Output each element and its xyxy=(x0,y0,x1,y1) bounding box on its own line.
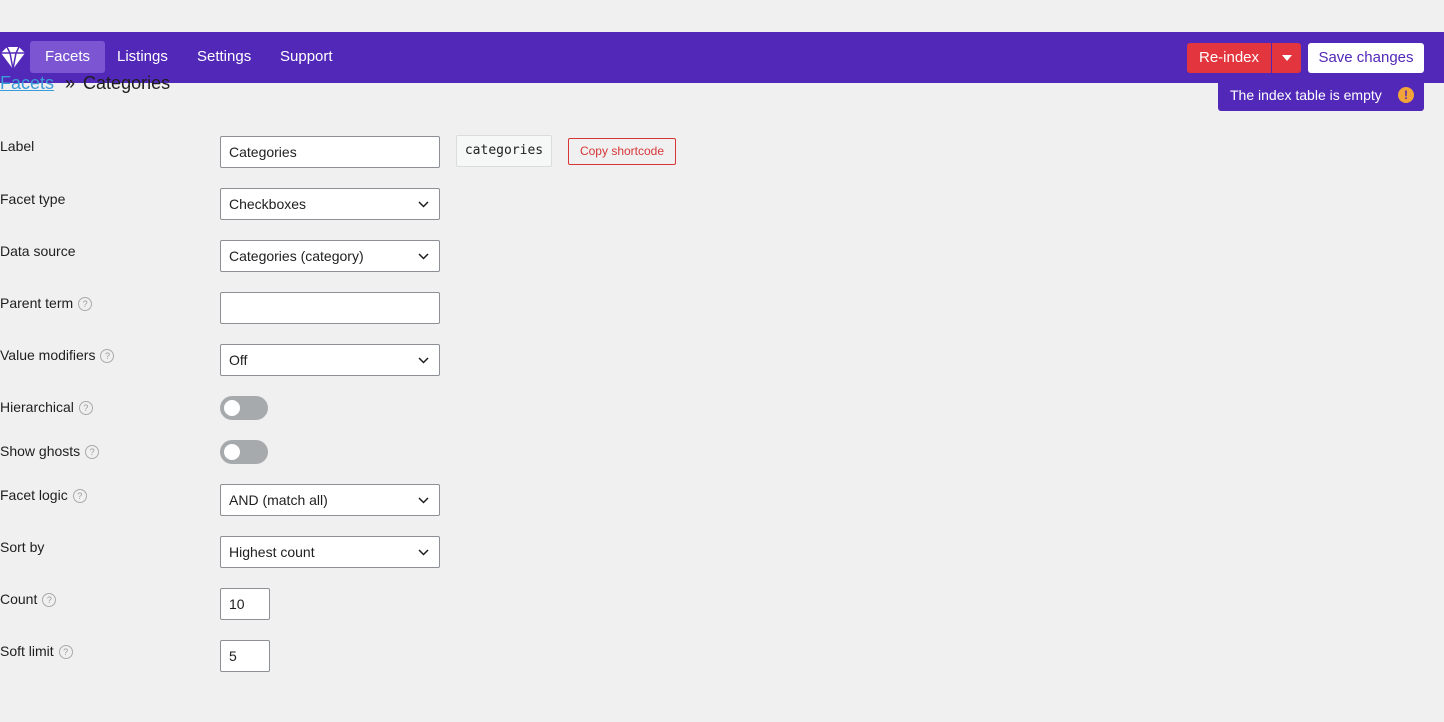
reindex-button[interactable]: Re-index xyxy=(1187,43,1271,73)
help-icon[interactable]: ? xyxy=(78,401,93,415)
value-modifiers-label: Value modifiers? xyxy=(0,347,115,363)
chevron-down-icon xyxy=(418,201,429,208)
count-input[interactable]: 10 xyxy=(220,588,270,620)
value-modifiers-value: Off xyxy=(229,352,248,368)
warning-icon: ! xyxy=(1398,87,1414,103)
breadcrumb-link-facets[interactable]: Facets xyxy=(0,73,54,93)
sort-by-select[interactable]: Highest count xyxy=(220,536,440,568)
data-source-select[interactable]: Categories (category) xyxy=(220,240,440,272)
show-ghosts-toggle[interactable] xyxy=(220,440,268,464)
help-icon[interactable]: ? xyxy=(58,645,73,659)
parent-term-label: Parent term? xyxy=(0,295,93,311)
copy-shortcode-button[interactable]: Copy shortcode xyxy=(568,138,676,165)
top-navigation-bar: Facets Listings Settings Support Re-inde… xyxy=(0,32,1444,83)
help-icon[interactable]: ? xyxy=(78,297,93,311)
chevron-down-icon xyxy=(418,357,429,364)
count-label: Count? xyxy=(0,591,57,607)
save-changes-button[interactable]: Save changes xyxy=(1308,43,1424,73)
data-source-value: Categories (category) xyxy=(229,248,364,264)
facet-logic-label-text: Facet logic xyxy=(0,487,68,503)
facet-type-value: Checkboxes xyxy=(229,196,307,212)
show-ghosts-label-text: Show ghosts xyxy=(0,443,81,459)
data-source-label: Data source xyxy=(0,243,76,259)
hierarchical-toggle[interactable] xyxy=(220,396,268,420)
facet-type-label: Facet type xyxy=(0,191,66,207)
value-modifiers-label-text: Value modifiers xyxy=(0,347,96,363)
notice-text: The index table is empty xyxy=(1230,87,1382,103)
caret-down-icon xyxy=(1282,55,1292,61)
nav-tab-listings[interactable]: Listings xyxy=(102,41,183,73)
help-icon[interactable]: ? xyxy=(42,593,57,607)
nav-tab-facets[interactable]: Facets xyxy=(30,41,106,73)
soft-limit-label-text: Soft limit xyxy=(0,643,54,659)
parent-term-label-text: Parent term xyxy=(0,295,74,311)
count-label-text: Count xyxy=(0,591,38,607)
label-field-label: Label xyxy=(0,138,35,154)
reindex-options-button[interactable] xyxy=(1272,43,1301,73)
breadcrumb-current: Categories xyxy=(83,73,171,93)
breadcrumb-separator: » xyxy=(65,73,76,93)
value-modifiers-select[interactable]: Off xyxy=(220,344,440,376)
facet-logic-value: AND (match all) xyxy=(229,492,328,508)
chevron-down-icon xyxy=(418,549,429,556)
toggle-knob xyxy=(224,400,240,416)
breadcrumb: Facets » Categories xyxy=(0,73,170,94)
nav-tab-settings[interactable]: Settings xyxy=(182,41,266,73)
label-input[interactable]: Categories xyxy=(220,136,440,168)
chevron-down-icon xyxy=(418,253,429,260)
parent-term-input[interactable] xyxy=(220,292,440,324)
chevron-down-icon xyxy=(418,497,429,504)
soft-limit-input[interactable]: 5 xyxy=(220,640,270,672)
show-ghosts-label: Show ghosts? xyxy=(0,443,100,459)
shortcode-display: categories xyxy=(456,135,552,167)
sort-by-value: Highest count xyxy=(229,544,315,560)
help-icon[interactable]: ? xyxy=(85,445,100,459)
facet-logic-select[interactable]: AND (match all) xyxy=(220,484,440,516)
facet-type-select[interactable]: Checkboxes xyxy=(220,188,440,220)
nav-tab-support[interactable]: Support xyxy=(265,41,348,73)
hierarchical-label-text: Hierarchical xyxy=(0,399,74,415)
facet-logic-label: Facet logic? xyxy=(0,487,87,503)
soft-limit-label: Soft limit? xyxy=(0,643,73,659)
help-icon[interactable]: ? xyxy=(72,489,87,503)
index-empty-notice[interactable]: The index table is empty ! xyxy=(1218,79,1424,111)
toggle-knob xyxy=(224,444,240,460)
help-icon[interactable]: ? xyxy=(100,349,115,363)
sort-by-label: Sort by xyxy=(0,539,45,555)
hierarchical-label: Hierarchical? xyxy=(0,399,93,415)
diamond-logo-icon[interactable] xyxy=(0,45,26,71)
